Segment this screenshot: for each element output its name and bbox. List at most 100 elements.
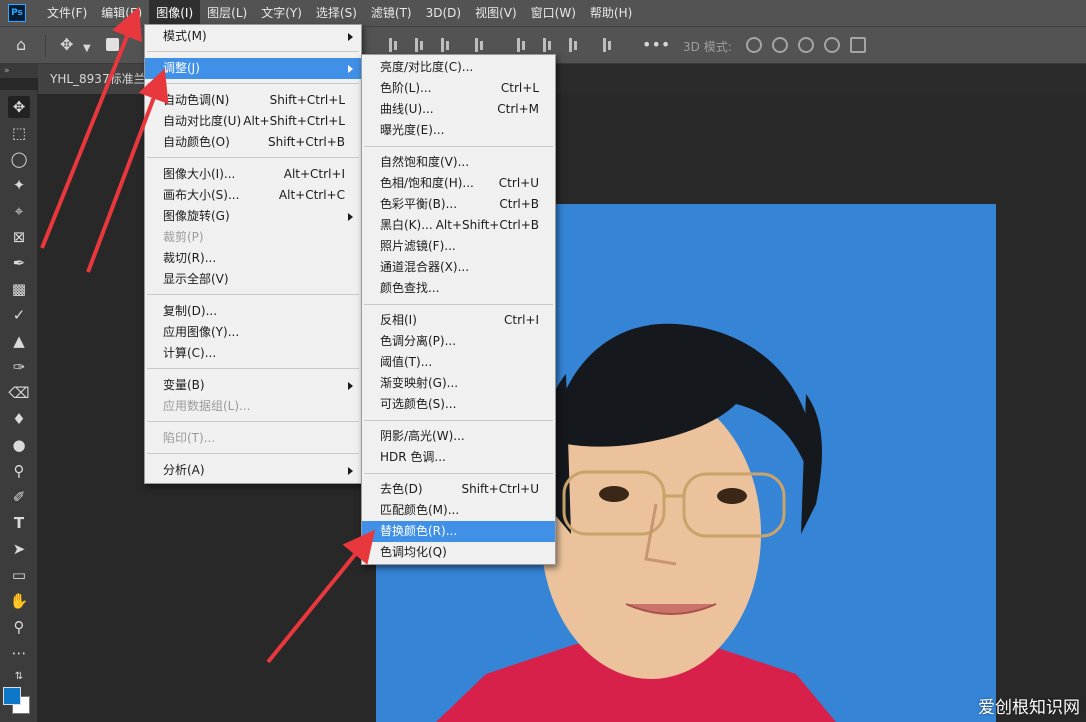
clone-stamp-icon[interactable]: ▲ bbox=[8, 330, 30, 352]
distribute-middle-icon[interactable] bbox=[540, 38, 556, 52]
marquee-tool-icon[interactable]: ⬚ bbox=[8, 122, 30, 144]
menu-item-desaturate[interactable]: 去色(D) Shift+Ctrl+U bbox=[362, 479, 555, 500]
menu-item-color-lookup[interactable]: 颜色查找... bbox=[362, 278, 555, 299]
menu-item-hue-saturation[interactable]: 色相/饱和度(H)... Ctrl+U bbox=[362, 173, 555, 194]
blur-tool-icon[interactable]: ● bbox=[8, 434, 30, 456]
menu-item-label: 模式(M) bbox=[163, 29, 207, 43]
menu-item-mode[interactable]: 模式(M) bbox=[145, 26, 361, 47]
menu-item-duplicate[interactable]: 复制(D)... bbox=[145, 301, 361, 322]
menu-item-shadows-highlights[interactable]: 阴影/高光(W)... bbox=[362, 426, 555, 447]
panel-collapse-icon[interactable]: » bbox=[0, 64, 38, 78]
menu-item-label: 陷印(T)... bbox=[163, 431, 216, 445]
crop-tool-icon[interactable]: ⌖ bbox=[8, 200, 30, 222]
3d-orbit-icon[interactable] bbox=[746, 37, 762, 53]
align-right-icon[interactable] bbox=[438, 38, 454, 52]
align-top-icon[interactable] bbox=[472, 38, 488, 52]
home-icon[interactable]: ⌂ bbox=[16, 36, 26, 54]
healing-brush-icon[interactable]: ▩ bbox=[8, 278, 30, 300]
rectangle-tool-icon[interactable]: ▭ bbox=[8, 564, 30, 586]
menu-item-selective-color[interactable]: 可选颜色(S)... bbox=[362, 394, 555, 415]
menu-item-brightness-contrast[interactable]: 亮度/对比度(C)... bbox=[362, 57, 555, 78]
foreground-color-swatch[interactable] bbox=[3, 687, 21, 705]
3d-roll-icon[interactable] bbox=[772, 37, 788, 53]
menu-item-calculations[interactable]: 计算(C)... bbox=[145, 343, 361, 364]
menu-help[interactable]: 帮助(H) bbox=[583, 0, 639, 26]
auto-select-checkbox[interactable] bbox=[106, 38, 119, 51]
menu-item-image-rotation[interactable]: 图像旋转(G) bbox=[145, 206, 361, 227]
eraser-tool-icon[interactable]: ⌫ bbox=[8, 382, 30, 404]
type-tool-icon[interactable]: T bbox=[8, 512, 30, 534]
menu-item-label: 颜色查找... bbox=[380, 281, 440, 295]
menu-item-trim[interactable]: 裁切(R)... bbox=[145, 248, 361, 269]
3d-pan-icon[interactable] bbox=[798, 37, 814, 53]
align-left-icon[interactable] bbox=[386, 38, 402, 52]
menu-view[interactable]: 视图(V) bbox=[468, 0, 524, 26]
menu-item-curves[interactable]: 曲线(U)... Ctrl+M bbox=[362, 99, 555, 120]
menu-bar: Ps 文件(F) 编辑(E) 图像(I) 图层(L) 文字(Y) 选择(S) 滤… bbox=[0, 0, 1086, 26]
menu-item-vibrance[interactable]: 自然饱和度(V)... bbox=[362, 152, 555, 173]
menu-3d[interactable]: 3D(D) bbox=[419, 0, 468, 26]
move-tool-icon[interactable]: ✥ bbox=[8, 96, 30, 118]
menu-item-photo-filter[interactable]: 照片滤镜(F)... bbox=[362, 236, 555, 257]
menu-item-color-balance[interactable]: 色彩平衡(B)... Ctrl+B bbox=[362, 194, 555, 215]
history-brush-icon[interactable]: ✑ bbox=[8, 356, 30, 378]
more-tools-icon[interactable]: ⋯ bbox=[8, 642, 30, 664]
menu-item-match-color[interactable]: 匹配颜色(M)... bbox=[362, 500, 555, 521]
lasso-tool-icon[interactable]: ◯ bbox=[8, 148, 30, 170]
frame-tool-icon[interactable]: ⊠ bbox=[8, 226, 30, 248]
menu-item-levels[interactable]: 色阶(L)... Ctrl+L bbox=[362, 78, 555, 99]
move-tool-icon[interactable]: ✥ bbox=[60, 36, 73, 54]
menu-item-variables[interactable]: 变量(B) bbox=[145, 375, 361, 396]
pen-tool-icon[interactable]: ✐ bbox=[8, 486, 30, 508]
menu-item-adjustments[interactable]: 调整(J) bbox=[145, 58, 361, 79]
menu-item-canvas-size[interactable]: 画布大小(S)... Alt+Ctrl+C bbox=[145, 185, 361, 206]
menu-select[interactable]: 选择(S) bbox=[309, 0, 364, 26]
distribute-top-icon[interactable] bbox=[514, 38, 530, 52]
distribute-horizontal-icon[interactable] bbox=[600, 38, 616, 52]
document-tab[interactable]: YHL_8937标准兰... bbox=[38, 64, 160, 94]
menu-filter[interactable]: 滤镜(T) bbox=[364, 0, 419, 26]
path-selection-icon[interactable]: ➤ bbox=[8, 538, 30, 560]
menu-image[interactable]: 图像(I) bbox=[149, 0, 201, 26]
menu-item-label: 自然饱和度(V)... bbox=[380, 155, 470, 169]
3d-slide-icon[interactable] bbox=[824, 37, 840, 53]
paint-bucket-icon[interactable]: ♦ bbox=[8, 408, 30, 430]
menu-item-posterize[interactable]: 色调分离(P)... bbox=[362, 331, 555, 352]
menu-item-invert[interactable]: 反相(I) Ctrl+I bbox=[362, 310, 555, 331]
menu-item-auto-contrast[interactable]: 自动对比度(U) Alt+Shift+Ctrl+L bbox=[145, 111, 361, 132]
menu-item-channel-mixer[interactable]: 通道混合器(X)... bbox=[362, 257, 555, 278]
menu-item-exposure[interactable]: 曝光度(E)... bbox=[362, 120, 555, 141]
menu-item-analysis[interactable]: 分析(A) bbox=[145, 460, 361, 481]
menu-type[interactable]: 文字(Y) bbox=[254, 0, 309, 26]
menu-item-replace-color[interactable]: 替换颜色(R)... bbox=[362, 521, 555, 542]
menu-window[interactable]: 窗口(W) bbox=[524, 0, 583, 26]
menu-item-equalize[interactable]: 色调均化(Q) bbox=[362, 542, 555, 563]
chevron-down-icon[interactable]: ▼ bbox=[83, 40, 91, 58]
more-options-icon[interactable]: ••• bbox=[642, 36, 670, 54]
menu-item-shortcut: Ctrl+L bbox=[500, 81, 539, 95]
menu-item-auto-color[interactable]: 自动颜色(O) Shift+Ctrl+B bbox=[145, 132, 361, 153]
menu-item-auto-tone[interactable]: 自动色调(N) Shift+Ctrl+L bbox=[145, 90, 361, 111]
menu-file[interactable]: 文件(F) bbox=[40, 0, 94, 26]
dodge-tool-icon[interactable]: ⚲ bbox=[8, 460, 30, 482]
menu-edit[interactable]: 编辑(E) bbox=[94, 0, 149, 26]
magic-wand-icon[interactable]: ✦ bbox=[8, 174, 30, 196]
hand-tool-icon[interactable]: ✋ bbox=[8, 590, 30, 612]
menu-layer[interactable]: 图层(L) bbox=[200, 0, 254, 26]
menu-item-reveal-all[interactable]: 显示全部(V) bbox=[145, 269, 361, 290]
menu-item-image-size[interactable]: 图像大小(I)... Alt+Ctrl+I bbox=[145, 164, 361, 185]
menu-item-threshold[interactable]: 阈值(T)... bbox=[362, 352, 555, 373]
menu-item-gradient-map[interactable]: 渐变映射(G)... bbox=[362, 373, 555, 394]
tools-panel: ✥ ⬚ ◯ ✦ ⌖ ⊠ ✒ ▩ ✓ ▲ ✑ ⌫ ♦ ● ⚲ ✐ T ➤ ▭ ✋ … bbox=[0, 90, 38, 722]
menu-item-apply-image[interactable]: 应用图像(Y)... bbox=[145, 322, 361, 343]
menu-item-black-white[interactable]: 黑白(K)... Alt+Shift+Ctrl+B bbox=[362, 215, 555, 236]
swap-colors-icon[interactable]: ⇅ bbox=[8, 666, 30, 688]
distribute-bottom-icon[interactable] bbox=[566, 38, 582, 52]
submenu-arrow-icon bbox=[348, 33, 353, 41]
3d-camera-icon[interactable] bbox=[850, 37, 866, 53]
menu-item-hdr-toning[interactable]: HDR 色调... bbox=[362, 447, 555, 468]
brush-tool-icon[interactable]: ✓ bbox=[8, 304, 30, 326]
eyedropper-icon[interactable]: ✒ bbox=[8, 252, 30, 274]
align-center-icon[interactable] bbox=[412, 38, 428, 52]
zoom-tool-icon[interactable]: ⚲ bbox=[8, 616, 30, 638]
